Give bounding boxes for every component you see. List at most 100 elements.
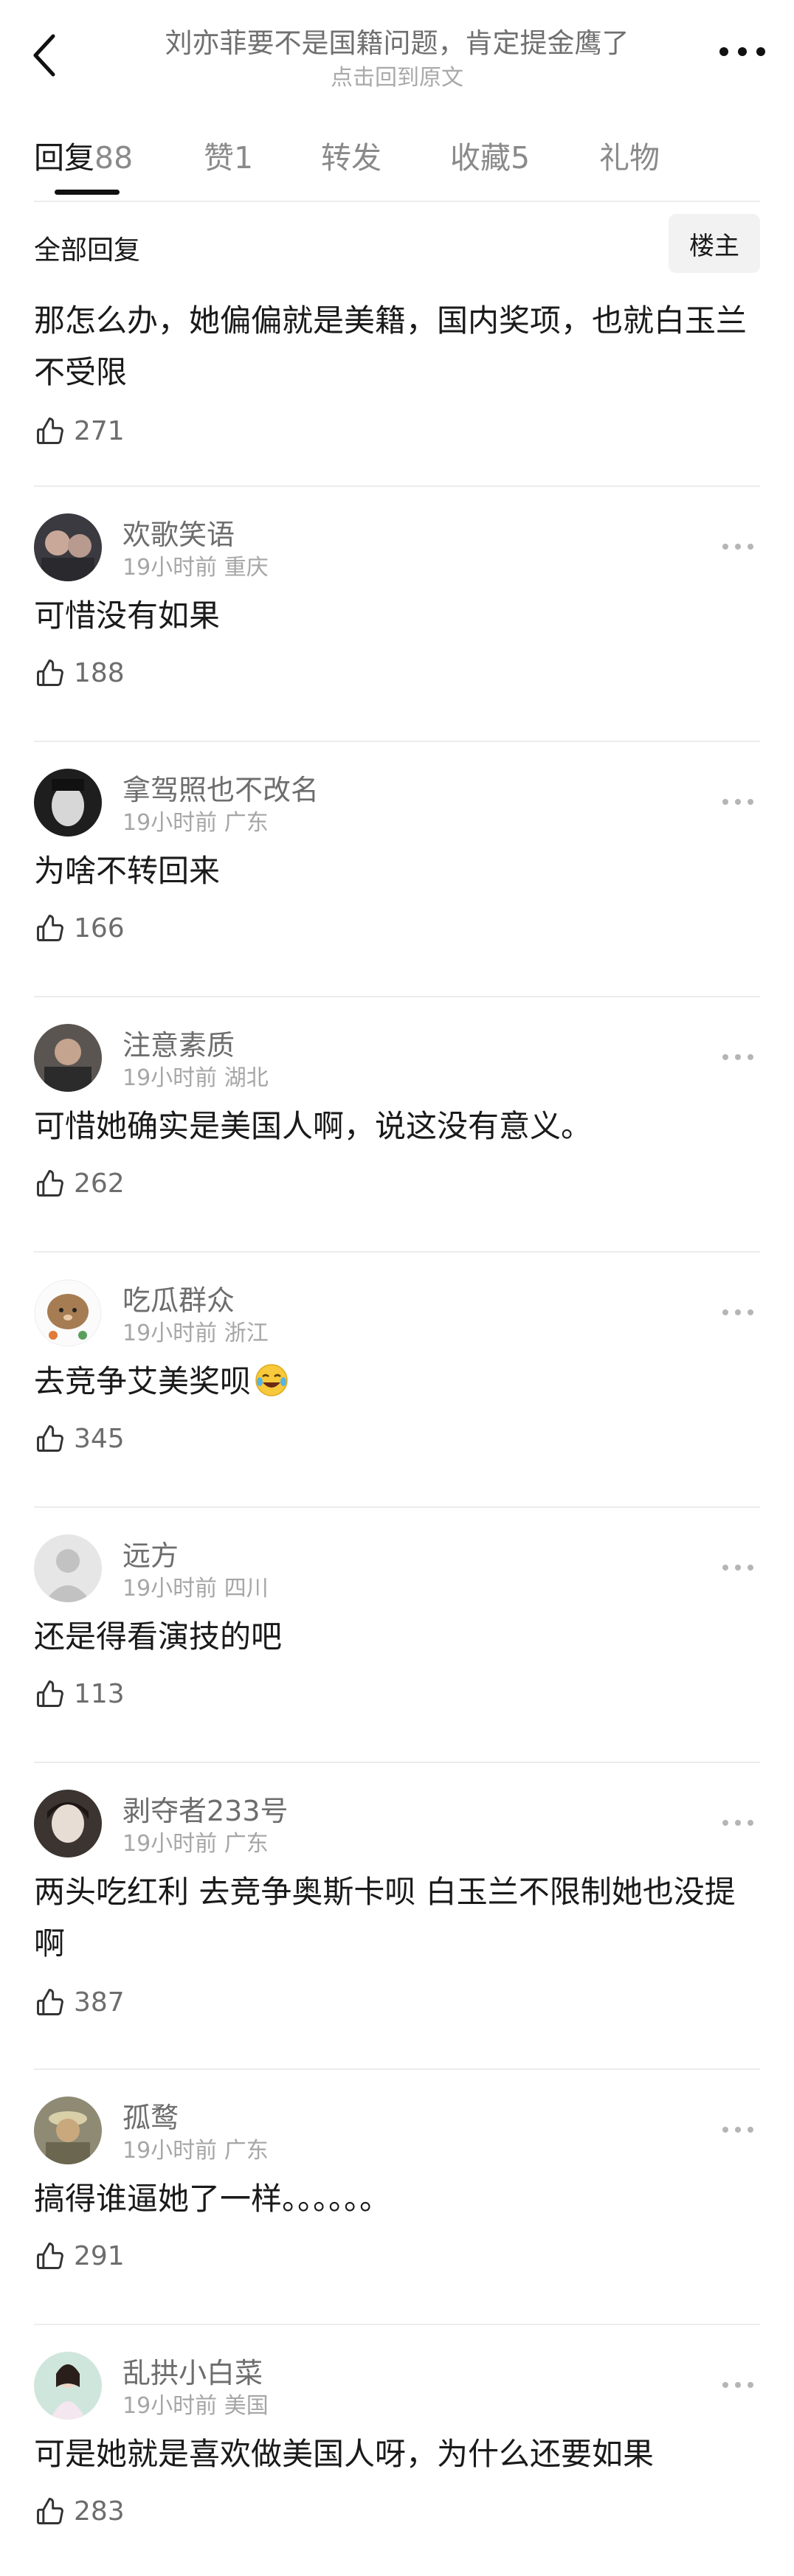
comment-time: 19小时前	[122, 1320, 218, 1346]
thumb-up-icon	[37, 659, 63, 686]
comment-time: 19小时前	[122, 2393, 218, 2419]
avatar[interactable]	[34, 2097, 102, 2164]
comment-divider	[34, 996, 760, 997]
avatar[interactable]	[34, 769, 102, 837]
comment-more-button[interactable]	[716, 1301, 760, 1323]
username[interactable]: 欢歌笑语	[122, 512, 235, 553]
tab-replies[interactable]: 回复88	[34, 133, 133, 177]
tab-bar: 回复88 赞1 转发 收藏5 礼物	[0, 118, 794, 199]
comment-more-button[interactable]	[716, 2119, 760, 2141]
username[interactable]: 孤鹜	[122, 2095, 179, 2136]
comment-time: 19小时前	[122, 1065, 218, 1091]
username[interactable]: 注意素质	[122, 1022, 235, 1063]
comment-divider	[34, 2324, 760, 2325]
tab-likes[interactable]: 赞1	[204, 133, 253, 177]
tab-favorites[interactable]: 收藏5	[450, 133, 530, 177]
avatar[interactable]	[34, 1534, 102, 1602]
comment-location: 广东	[224, 1831, 269, 1857]
tab-reposts[interactable]: 转发	[321, 133, 382, 177]
like-button[interactable]: 291	[34, 2240, 125, 2272]
comment-meta: 19小时前 重庆	[122, 549, 269, 581]
comment-divider	[34, 485, 760, 487]
back-button[interactable]	[22, 22, 66, 89]
thumb-up-icon	[37, 1989, 63, 2015]
comment-time: 19小时前	[122, 810, 218, 836]
avatar[interactable]	[34, 1279, 102, 1347]
tab-favorites-count: 5	[511, 140, 531, 176]
comment-content: 可是她就是喜欢做美国人呀，为什么还要如果	[34, 2436, 655, 2472]
more-horizontal-icon	[722, 544, 753, 550]
post-title[interactable]: 刘亦菲要不是国籍问题，肯定提金鹰了	[111, 21, 683, 60]
more-horizontal-icon	[722, 2382, 753, 2388]
comment-content: 还是得看演技的吧	[34, 1618, 283, 1655]
username[interactable]: 吃瓜群众	[122, 1278, 235, 1318]
comment-more-button[interactable]	[716, 1557, 760, 1579]
more-horizontal-icon	[722, 1820, 753, 1826]
comment-more-button[interactable]	[716, 2374, 760, 2396]
like-button[interactable]: 262	[34, 1167, 125, 1199]
comment-more-button[interactable]	[716, 536, 760, 558]
more-options-button[interactable]	[713, 30, 772, 74]
comment-meta: 19小时前 广东	[122, 2132, 269, 2164]
back-to-original-link[interactable]: 点击回到原文	[111, 59, 683, 91]
tab-favorites-label: 收藏	[450, 140, 511, 176]
avatar[interactable]	[34, 1024, 102, 1092]
comment-meta: 19小时前 浙江	[122, 1315, 269, 1347]
comment-time: 19小时前	[122, 555, 218, 581]
more-horizontal-icon	[722, 799, 753, 805]
like-button[interactable]: 387	[34, 1986, 125, 2018]
like-count: 113	[74, 1678, 125, 1709]
comment-location: 广东	[224, 810, 269, 836]
tab-gifts-label: 礼物	[599, 140, 660, 176]
comment-meta: 19小时前 广东	[122, 1825, 269, 1857]
more-horizontal-icon	[722, 1309, 753, 1315]
comment-location: 湖北	[224, 1065, 269, 1091]
username[interactable]: 拿驾照也不改名	[122, 767, 319, 808]
avatar[interactable]	[34, 2352, 102, 2420]
comment-location: 四川	[224, 1576, 269, 1602]
avatar[interactable]	[34, 513, 102, 581]
like-button[interactable]: 345	[34, 1422, 125, 1455]
more-horizontal-icon	[722, 2127, 753, 2133]
more-horizontal-icon	[719, 47, 765, 56]
op-filter-button[interactable]: 楼主	[669, 214, 760, 273]
avatar[interactable]	[34, 1790, 102, 1857]
comment-divider	[34, 1251, 760, 1253]
comment-content: 为啥不转回来	[34, 853, 221, 889]
comment-more-button[interactable]	[716, 791, 760, 813]
like-count: 387	[74, 1987, 125, 2018]
like-button[interactable]: 166	[34, 912, 125, 944]
comment-content: 两头吃红利 去竞争奥斯卡呗 白玉兰不限制她也没提啊	[34, 1874, 736, 1962]
tab-likes-label: 赞	[204, 140, 234, 176]
tab-reposts-label: 转发	[321, 140, 382, 176]
like-button[interactable]: 113	[34, 1677, 125, 1710]
like-button[interactable]: 271	[34, 415, 125, 447]
comment-content: 去竞争艾美奖呗	[34, 1356, 760, 1408]
comment-time: 19小时前	[122, 2138, 218, 2164]
tab-replies-count: 88	[94, 140, 134, 176]
comment-more-button[interactable]	[716, 1812, 760, 1834]
thumb-up-icon	[37, 2498, 63, 2524]
more-horizontal-icon	[722, 1565, 753, 1571]
like-count: 291	[74, 2240, 125, 2271]
all-replies-filter[interactable]: 全部回复	[34, 229, 140, 267]
comment-divider	[34, 2068, 760, 2070]
like-button[interactable]: 188	[34, 657, 125, 689]
like-button[interactable]: 283	[34, 2495, 125, 2527]
thumb-up-icon	[37, 1680, 63, 1707]
comment-location: 广东	[224, 2138, 269, 2164]
thumb-up-icon	[37, 1170, 63, 1197]
username[interactable]: 远方	[122, 1533, 179, 1573]
comment-location: 美国	[224, 2393, 269, 2419]
comment-location: 重庆	[224, 555, 269, 581]
comment-divider	[34, 1506, 760, 1508]
username[interactable]: 剥夺者233号	[122, 1788, 289, 1829]
comment-content: 那怎么办，她偏偏就是美籍，国内奖项，也就白玉兰不受限	[34, 302, 748, 390]
tab-likes-count: 1	[234, 140, 254, 176]
tab-gifts[interactable]: 礼物	[599, 133, 660, 177]
comment-more-button[interactable]	[716, 1046, 760, 1068]
username[interactable]: 乱拱小白菜	[122, 2350, 263, 2391]
like-count: 345	[74, 1423, 125, 1454]
top-bar: 刘亦菲要不是国籍问题，肯定提金鹰了 点击回到原文	[0, 0, 794, 111]
comments-page: 刘亦菲要不是国籍问题，肯定提金鹰了 点击回到原文 回复88 赞1 转发 收藏5 …	[0, 0, 794, 2576]
